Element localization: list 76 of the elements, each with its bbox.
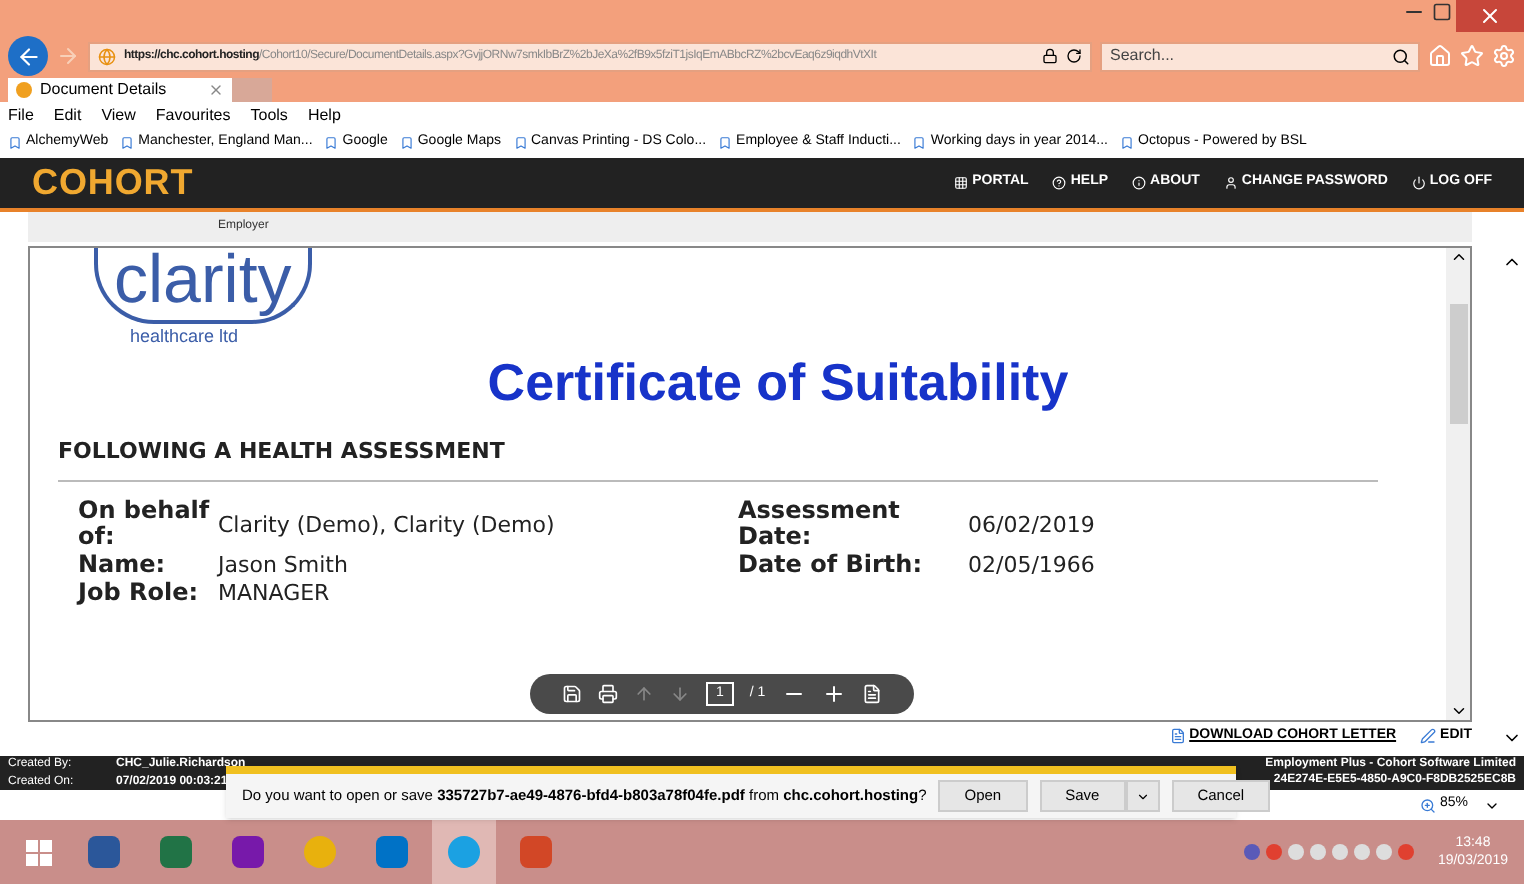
pdf-scrollbar[interactable] bbox=[1446, 248, 1470, 720]
save-options-button[interactable] bbox=[1125, 780, 1160, 812]
pdf-icon[interactable] bbox=[861, 684, 882, 704]
menu-item[interactable]: File bbox=[8, 103, 34, 127]
bookmark-icon bbox=[324, 136, 339, 150]
forward-icon[interactable] bbox=[56, 44, 80, 68]
back-button[interactable] bbox=[8, 36, 48, 76]
print-icon[interactable] bbox=[598, 684, 618, 704]
close-button[interactable] bbox=[1456, 0, 1524, 32]
field-label: Date of Birth: bbox=[738, 552, 925, 578]
document-icon bbox=[1169, 728, 1186, 744]
bookmark-icon bbox=[1120, 136, 1134, 150]
next-page-icon[interactable] bbox=[670, 684, 690, 704]
bookmark-icon bbox=[912, 136, 927, 150]
field-value: 06/02/2019 bbox=[968, 511, 1097, 537]
lock-icon bbox=[1042, 48, 1058, 64]
zoom-in-icon[interactable] bbox=[821, 682, 846, 706]
app-icon bbox=[520, 836, 552, 868]
scroll-down-icon[interactable] bbox=[1449, 702, 1467, 720]
settings-icon[interactable] bbox=[1492, 44, 1516, 68]
scrollbar-thumb[interactable] bbox=[1449, 304, 1467, 424]
field-value: 02/05/1966 bbox=[968, 552, 1097, 578]
nav-icon bbox=[1411, 176, 1426, 190]
taskbar-app[interactable] bbox=[432, 820, 496, 884]
save-icon[interactable] bbox=[562, 684, 582, 704]
app-icon bbox=[232, 836, 264, 868]
logo-tagline: healthcare ltd bbox=[130, 324, 239, 350]
menu-item[interactable]: Tools bbox=[250, 103, 288, 127]
search-field[interactable]: Search... bbox=[1100, 41, 1420, 71]
bookmark-icon bbox=[8, 136, 22, 150]
field-value: Clarity (Demo), Clarity (Demo) bbox=[218, 511, 557, 537]
back-arrow-icon bbox=[15, 43, 41, 69]
browser-tab[interactable]: Document Details bbox=[8, 78, 232, 102]
field-label: On behalf of: bbox=[78, 498, 212, 550]
menu-item[interactable]: View bbox=[101, 103, 136, 127]
nav-icon bbox=[954, 176, 969, 190]
bookmark-icon bbox=[120, 136, 135, 150]
clarity-logo: clarity bbox=[94, 248, 312, 324]
field-value: Jason Smith bbox=[218, 552, 350, 578]
app-icon bbox=[376, 836, 408, 868]
favorites-icon[interactable] bbox=[1460, 44, 1484, 68]
search-icon[interactable] bbox=[1392, 47, 1410, 65]
nav-icon bbox=[1223, 176, 1238, 190]
refresh-icon[interactable] bbox=[1066, 48, 1082, 64]
zoom-icon bbox=[1419, 797, 1436, 813]
field-label: Job Role: bbox=[78, 580, 201, 606]
menu-item[interactable]: Help bbox=[307, 103, 341, 127]
app-icon bbox=[448, 836, 480, 868]
tab-favicon bbox=[16, 82, 32, 98]
app-icon bbox=[88, 836, 120, 868]
app-icon bbox=[304, 836, 336, 868]
maximize-icon[interactable] bbox=[1428, 2, 1456, 22]
close-icon bbox=[1478, 4, 1502, 28]
menu-item[interactable]: Edit bbox=[53, 103, 82, 127]
search-placeholder: Search... bbox=[1110, 44, 1175, 68]
bookmark-icon bbox=[399, 136, 414, 150]
caret-icon bbox=[1135, 789, 1150, 803]
scroll-up-icon[interactable] bbox=[1449, 248, 1467, 266]
nav-icon bbox=[1052, 176, 1067, 190]
document-subtitle: FOLLOWING A HEALTH ASSESSMENT bbox=[58, 435, 505, 467]
pencil-icon bbox=[1420, 728, 1437, 744]
field-label: Name: bbox=[78, 552, 168, 578]
tab-close-icon[interactable] bbox=[208, 82, 224, 98]
home-icon[interactable] bbox=[1428, 44, 1452, 68]
document-title: Certificate of Suitability bbox=[487, 351, 1069, 411]
previous-page-icon[interactable] bbox=[634, 684, 654, 704]
bookmark-icon bbox=[513, 136, 527, 150]
nav-icon bbox=[1132, 176, 1147, 190]
field-label: Assessment Date: bbox=[738, 498, 902, 550]
field-value: MANAGER bbox=[218, 580, 332, 606]
cohort-logo[interactable]: COHORT bbox=[32, 156, 194, 210]
app-icon bbox=[160, 836, 192, 868]
bookmark-icon bbox=[718, 136, 733, 150]
site-icon bbox=[98, 47, 116, 65]
windows-icon bbox=[25, 839, 51, 865]
menu-item[interactable]: Favourites bbox=[155, 103, 231, 127]
